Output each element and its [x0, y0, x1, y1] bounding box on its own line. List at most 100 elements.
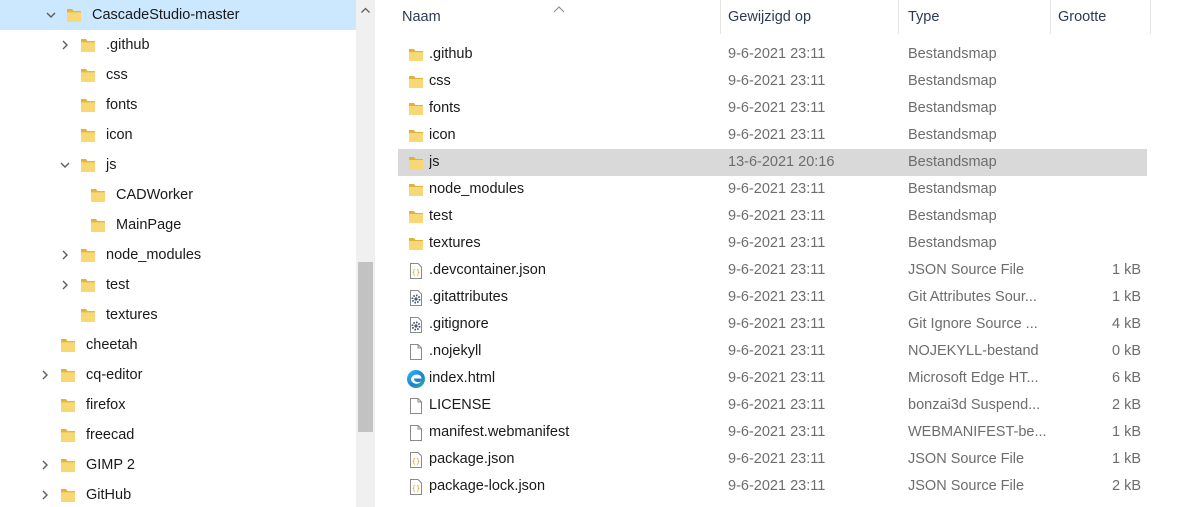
file-row-index-html[interactable]: index.html 9-6-2021 23:11 Microsoft Edge H…	[398, 365, 1147, 392]
expander-placeholder	[58, 128, 72, 142]
file-modified: 9-6-2021 23:11	[728, 370, 826, 386]
nav-item-cheetah[interactable]: cheetah	[0, 330, 356, 360]
file-modified: 9-6-2021 23:11	[728, 451, 826, 467]
folder-icon	[60, 396, 76, 414]
scrollbar-thumb[interactable]	[358, 262, 373, 432]
navigation-pane[interactable]: CascadeStudio-master .github css fonts icon j…	[0, 0, 356, 507]
column-header-type[interactable]: Type	[908, 0, 1048, 34]
nav-item-test[interactable]: test	[0, 270, 356, 300]
folder-icon	[406, 68, 426, 95]
chevron-right-icon[interactable]	[38, 458, 52, 472]
nav-item-js[interactable]: js	[0, 150, 356, 180]
nav-item-label: cheetah	[86, 337, 138, 353]
blank-file-icon	[406, 392, 426, 419]
file-type: JSON Source File	[908, 262, 1025, 278]
file-size: 2 kB	[1111, 478, 1141, 494]
column-divider[interactable]	[720, 0, 721, 34]
column-header-type-label: Type	[908, 9, 940, 25]
file-type: Bestandsmap	[908, 46, 997, 62]
nav-item-icon[interactable]: icon	[0, 120, 356, 150]
file-name: package.json	[429, 451, 515, 467]
json-file-icon: {}	[406, 257, 426, 284]
nav-item-freecad[interactable]: freecad	[0, 420, 356, 450]
chevron-down-icon[interactable]	[58, 158, 72, 172]
nav-item-fonts[interactable]: fonts	[0, 90, 356, 120]
nav-item-github[interactable]: GitHub	[0, 480, 356, 507]
file-row-fonts[interactable]: fonts 9-6-2021 23:11 Bestandsmap	[398, 95, 1147, 122]
folder-icon	[406, 149, 426, 176]
file-row-test[interactable]: test 9-6-2021 23:11 Bestandsmap	[398, 203, 1147, 230]
file-size	[1058, 230, 1141, 257]
nav-item-label: GIMP 2	[86, 457, 135, 473]
chevron-right-icon[interactable]	[58, 248, 72, 262]
chevron-right-icon[interactable]	[38, 488, 52, 502]
folder-icon	[66, 6, 82, 24]
file-row-gitattributes[interactable]: .gitattributes 9-6-2021 23:11 Git Attribut…	[398, 284, 1147, 311]
file-name: package-lock.json	[429, 478, 546, 494]
chevron-down-icon[interactable]	[44, 8, 58, 22]
file-name: test	[429, 208, 453, 224]
file-row-manifest-webmanifest[interactable]: manifest.webmanifest 9-6-2021 23:11 WEBMAN…	[398, 419, 1147, 446]
chevron-right-icon[interactable]	[38, 368, 52, 382]
file-type: NOJEKYLL-bestand	[908, 343, 1039, 359]
scroll-up-arrow-icon[interactable]	[360, 4, 371, 15]
nav-item-label: test	[106, 277, 130, 293]
file-modified: 9-6-2021 23:11	[728, 100, 826, 116]
file-row-package-json[interactable]: {} package.json 9-6-2021 23:11 JSON Source …	[398, 446, 1147, 473]
folder-icon	[80, 66, 96, 84]
column-header-size[interactable]: Grootte	[1058, 0, 1148, 34]
file-row-css[interactable]: css 9-6-2021 23:11 Bestandsmap	[398, 68, 1147, 95]
folder-icon	[80, 276, 96, 294]
nav-item-textures[interactable]: textures	[0, 300, 356, 330]
file-size	[1058, 95, 1141, 122]
nav-item-node-modules[interactable]: node_modules	[0, 240, 356, 270]
file-row-github[interactable]: .github 9-6-2021 23:11 Bestandsmap	[398, 41, 1147, 68]
nav-item-github[interactable]: .github	[0, 30, 356, 60]
folder-icon	[80, 36, 96, 54]
nav-item-cadworker[interactable]: CADWorker	[0, 180, 356, 210]
file-type: Bestandsmap	[908, 100, 997, 116]
file-size	[1058, 41, 1141, 68]
column-divider[interactable]	[898, 0, 899, 34]
file-row-devcontainer-json[interactable]: {} .devcontainer.json 9-6-2021 23:11 JSON S…	[398, 257, 1147, 284]
column-header-name[interactable]: Naam	[402, 0, 720, 34]
nav-item-cascadestudio-master[interactable]: CascadeStudio-master	[0, 0, 356, 30]
file-row-node-modules[interactable]: node_modules 9-6-2021 23:11 Bestandsmap	[398, 176, 1147, 203]
nav-item-firefox[interactable]: firefox	[0, 390, 356, 420]
expander-placeholder	[38, 428, 52, 442]
navigation-scrollbar[interactable]	[356, 0, 375, 507]
file-row-nojekyll[interactable]: .nojekyll 9-6-2021 23:11 NOJEKYLL-bestand 0…	[398, 338, 1147, 365]
column-divider[interactable]	[1150, 0, 1151, 34]
nav-item-cq-editor[interactable]: cq-editor	[0, 360, 356, 390]
file-name: .devcontainer.json	[429, 262, 546, 278]
nav-item-label: GitHub	[86, 487, 132, 503]
file-row-package-lock-json[interactable]: {} package-lock.json 9-6-2021 23:11 JSON So…	[398, 473, 1147, 500]
file-row-license[interactable]: LICENSE 9-6-2021 23:11 bonzai3d Suspend...…	[398, 392, 1147, 419]
file-name: textures	[429, 235, 481, 251]
chevron-right-icon[interactable]	[58, 38, 72, 52]
file-modified: 9-6-2021 23:11	[728, 46, 826, 62]
settings-file-icon	[406, 311, 426, 338]
file-row-textures[interactable]: textures 9-6-2021 23:11 Bestandsmap	[398, 230, 1147, 257]
file-name: .nojekyll	[429, 343, 482, 359]
file-name: index.html	[429, 370, 496, 386]
folder-icon	[60, 336, 76, 354]
column-header-modified[interactable]: Gewijzigd op	[728, 0, 898, 34]
nav-item-gimp-2[interactable]: GIMP 2	[0, 450, 356, 480]
folder-icon	[406, 176, 426, 203]
file-row-icon[interactable]: icon 9-6-2021 23:11 Bestandsmap	[398, 122, 1147, 149]
file-row-js[interactable]: js 13-6-2021 20:16 Bestandsmap	[398, 149, 1147, 176]
nav-item-mainpage[interactable]: MainPage	[0, 210, 356, 240]
nav-item-css[interactable]: css	[0, 60, 356, 90]
chevron-right-icon[interactable]	[58, 278, 72, 292]
file-modified: 9-6-2021 23:11	[728, 73, 826, 89]
file-type: Bestandsmap	[908, 208, 997, 224]
file-type: Git Attributes Sour...	[908, 289, 1037, 305]
file-modified: 9-6-2021 23:11	[728, 343, 826, 359]
file-row-gitignore[interactable]: .gitignore 9-6-2021 23:11 Git Ignore Sourc…	[398, 311, 1147, 338]
nav-item-label: textures	[106, 307, 158, 323]
file-modified: 9-6-2021 23:11	[728, 181, 826, 197]
svg-text:{}: {}	[412, 484, 420, 492]
column-divider[interactable]	[1050, 0, 1051, 34]
expander-placeholder	[38, 338, 52, 352]
